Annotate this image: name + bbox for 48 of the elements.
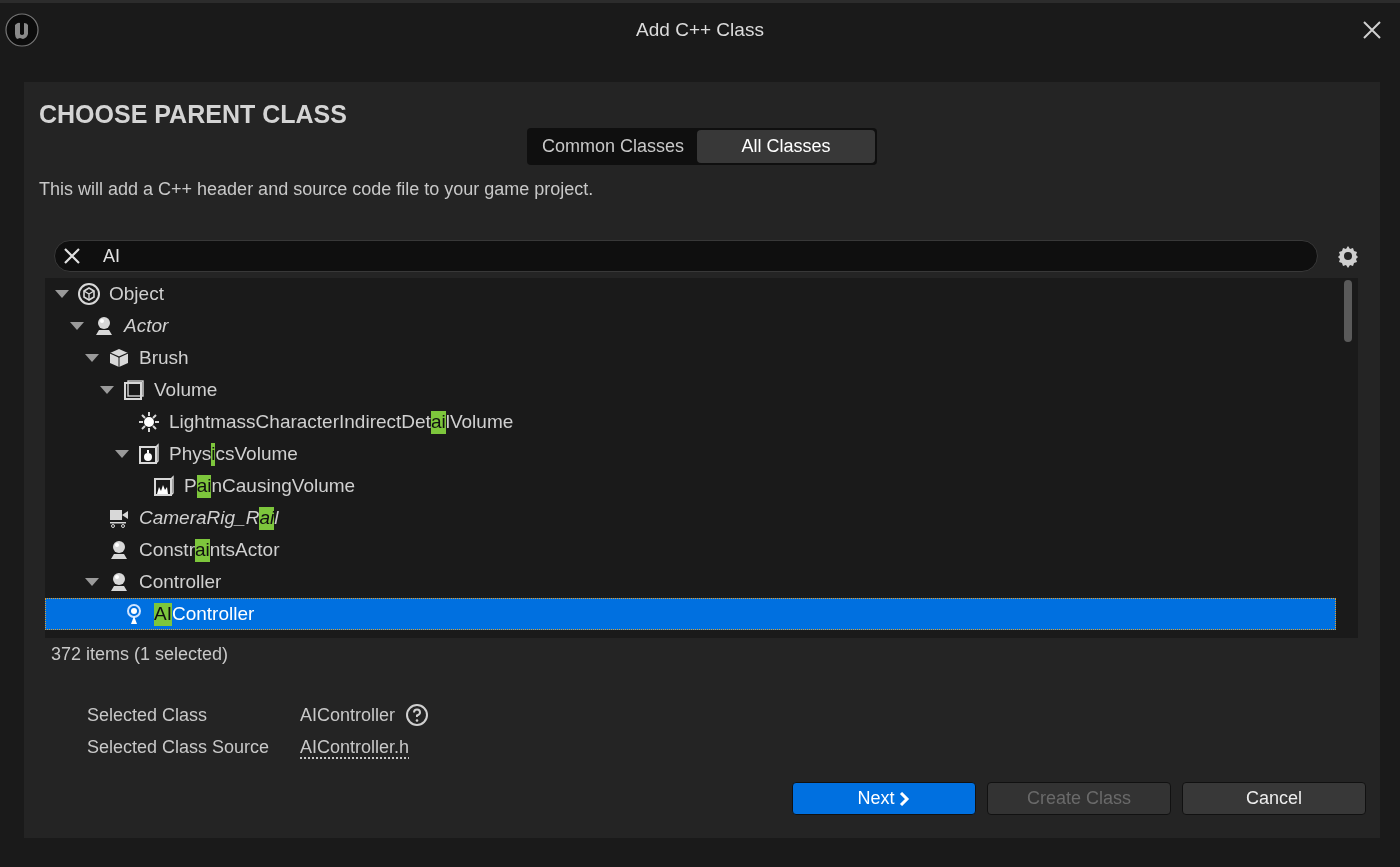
class-name: PainCausingVolume [184, 475, 356, 497]
tab[interactable]: Common Classes [528, 130, 697, 163]
settings-icon[interactable] [1336, 244, 1360, 268]
dialog-button[interactable]: Cancel [1182, 782, 1366, 815]
item-count: 372 items (1 selected) [51, 644, 230, 665]
expand-arrow-icon[interactable] [85, 353, 99, 363]
tree-row[interactable]: PhysicsVolume [45, 438, 1358, 470]
dialog-button[interactable]: Next [792, 782, 976, 815]
tree-row[interactable]: Brush [45, 342, 1358, 374]
tree-row[interactable]: PainCausingVolume [45, 470, 1358, 502]
class-name: Volume [154, 379, 218, 401]
class-name: Brush [139, 347, 189, 369]
class-name: Controller [139, 571, 222, 593]
weight-icon [137, 442, 161, 466]
expand-arrow-icon[interactable] [55, 289, 69, 299]
expand-arrow-icon[interactable] [100, 385, 114, 395]
class-name: Actor [124, 315, 169, 337]
detail-label: Selected Class [87, 704, 209, 726]
search-field[interactable]: AI [54, 240, 1318, 272]
expand-arrow-icon[interactable] [85, 577, 99, 587]
help-icon[interactable] [405, 703, 430, 727]
cube-icon [77, 282, 101, 306]
tree-row[interactable]: Actor [45, 310, 1358, 342]
class-name: PhysicsVolume [169, 443, 298, 465]
expand-arrow-icon[interactable] [70, 321, 84, 331]
tree-row[interactable]: Object [45, 278, 1358, 310]
detail-value: AIController [300, 704, 396, 726]
window-title: Add C++ Class [635, 18, 765, 41]
class-name: AIController [154, 603, 255, 625]
sun-icon [137, 410, 161, 434]
source-link[interactable]: AIController.h [300, 737, 410, 757]
dialog-heading: CHOOSE PARENT CLASS [39, 100, 348, 129]
scrollbar-thumb[interactable] [1344, 280, 1352, 342]
expand-arrow-icon[interactable] [115, 449, 129, 459]
close-icon[interactable] [1361, 18, 1383, 41]
description: This will add a C++ header and source code file to your game project. [39, 179, 595, 200]
logo-icon [5, 12, 39, 47]
tab[interactable]: All Classes [697, 130, 875, 163]
class-name: Object [109, 283, 164, 305]
tree-row[interactable]: AIController [45, 598, 1336, 630]
detail-label: Selected Class Source [87, 737, 271, 758]
tree-row[interactable]: Controller [45, 566, 1358, 598]
tree-row[interactable]: Volume [45, 374, 1358, 406]
clear-icon[interactable] [62, 246, 82, 266]
box-icon [107, 346, 131, 370]
chevron-icon [898, 791, 911, 806]
frame-icon [122, 378, 146, 402]
burst-icon [152, 474, 176, 498]
